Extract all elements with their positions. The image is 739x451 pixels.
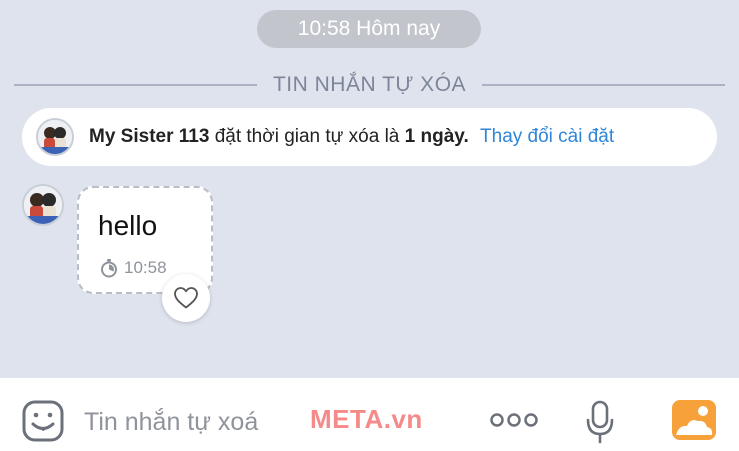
message-time: 10:58 bbox=[124, 258, 167, 277]
notice-text: My Sister 113 đặt thời gian tự xóa là 1 … bbox=[89, 126, 614, 148]
timer-icon bbox=[101, 259, 117, 278]
like-button[interactable] bbox=[162, 274, 210, 322]
divider-label: TIN NHẮN TỰ XÓA bbox=[272, 73, 467, 96]
notice-message: đặt thời gian tự xóa là bbox=[214, 126, 400, 147]
avatar-image bbox=[38, 120, 72, 154]
message-text: hello bbox=[98, 210, 158, 241]
more-icon[interactable] bbox=[490, 412, 538, 428]
change-settings-link[interactable]: Thay đổi cài đặt bbox=[480, 126, 614, 147]
emoji-icon[interactable] bbox=[22, 400, 64, 442]
divider-line-left bbox=[14, 84, 257, 86]
microphone-icon[interactable] bbox=[585, 400, 615, 444]
sender-avatar-image bbox=[24, 186, 62, 224]
timestamp-pill: 10:58 Hôm nay bbox=[257, 10, 481, 48]
meta-watermark: META.vn bbox=[310, 404, 423, 434]
notice-duration: 1 ngày. bbox=[404, 126, 469, 147]
notice-user-name: My Sister 113 bbox=[89, 126, 210, 147]
divider-line-right bbox=[482, 84, 726, 86]
heart-icon bbox=[174, 287, 198, 309]
sender-avatar[interactable] bbox=[22, 184, 64, 226]
avatar[interactable] bbox=[36, 118, 74, 156]
message-meta: 10:58 bbox=[99, 258, 167, 278]
composer-bar: META.vn bbox=[0, 378, 739, 451]
self-destruct-divider: TIN NHẮN TỰ XÓA bbox=[14, 70, 726, 100]
system-notice: My Sister 113 đặt thời gian tự xóa là 1 … bbox=[22, 108, 717, 166]
photo-icon[interactable] bbox=[671, 399, 717, 441]
